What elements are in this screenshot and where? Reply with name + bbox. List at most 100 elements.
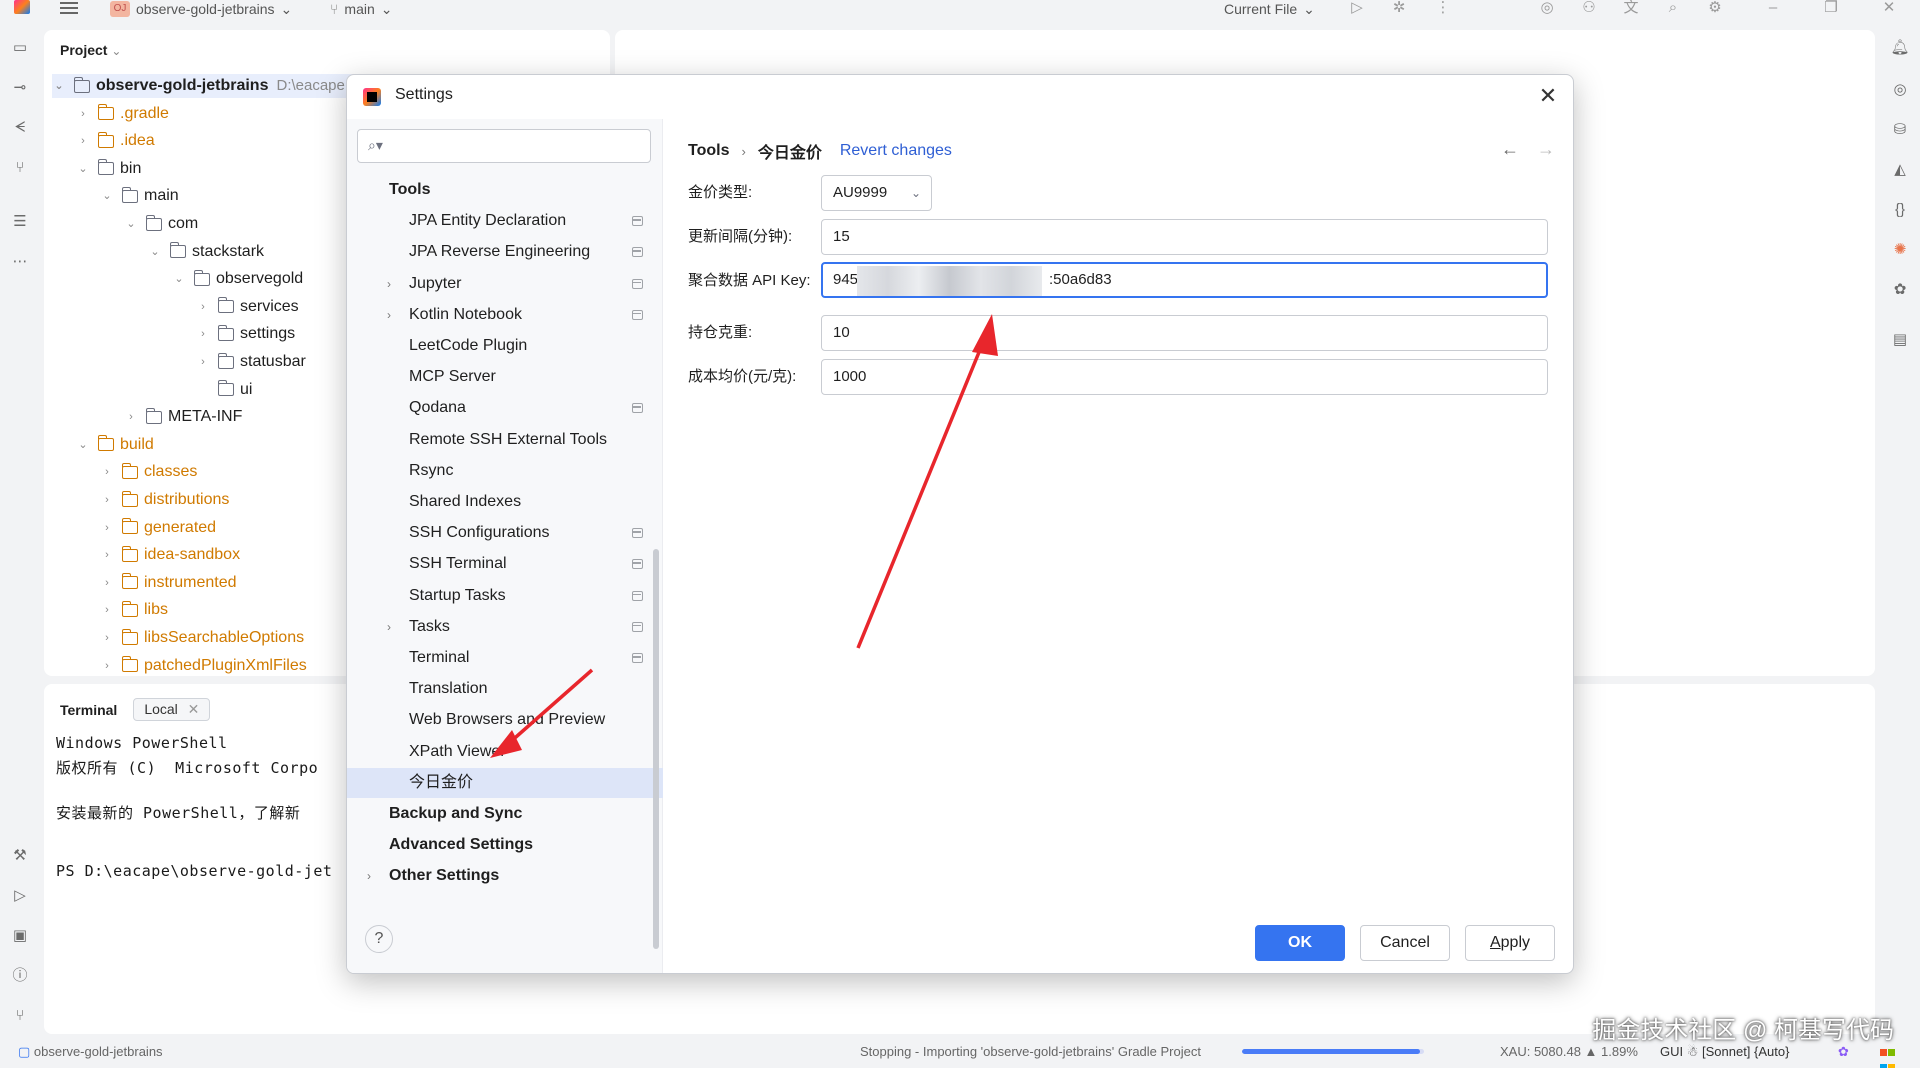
run-config-selector[interactable]: Current File ⌄ bbox=[1224, 0, 1315, 18]
chevron-right-icon[interactable]: › bbox=[100, 626, 114, 650]
json-icon[interactable]: {} bbox=[1890, 200, 1910, 220]
status-gui[interactable]: GUI ☃ [Sonnet] {Auto} bbox=[1660, 1044, 1789, 1060]
chevron-right-icon[interactable]: › bbox=[76, 129, 90, 153]
problems-icon[interactable]: ⓘ bbox=[10, 966, 30, 986]
interval-input[interactable]: 15 bbox=[821, 219, 1548, 255]
chevron-right-icon[interactable]: › bbox=[100, 488, 114, 512]
chevron-right-icon[interactable]: › bbox=[100, 598, 114, 622]
tree-node[interactable]: ⌄ com bbox=[124, 212, 198, 236]
tree-node[interactable]: › generated bbox=[100, 516, 216, 540]
chevron-right-icon[interactable]: › bbox=[100, 654, 114, 678]
tree-node[interactable]: ⌄ bin bbox=[76, 157, 141, 181]
markdown-icon[interactable]: ▤ bbox=[1890, 330, 1910, 350]
settings-nav-item[interactable]: › Jupyter bbox=[347, 269, 663, 299]
more-icon[interactable]: ⋮ bbox=[1434, 0, 1452, 16]
build-icon[interactable]: ⚒ bbox=[10, 846, 30, 866]
ai-status-icon[interactable]: ✿ bbox=[1838, 1044, 1849, 1060]
chevron-right-icon[interactable]: › bbox=[100, 460, 114, 484]
settings-nav-item[interactable]: Tools bbox=[347, 175, 663, 205]
settings-nav-item[interactable]: Remote SSH External Tools bbox=[347, 425, 663, 455]
settings-nav-item[interactable]: MCP Server bbox=[347, 362, 663, 392]
settings-nav-item[interactable]: Qodana bbox=[347, 393, 663, 423]
help-button[interactable]: ? bbox=[365, 925, 393, 953]
close-window-icon[interactable]: ✕ bbox=[1880, 0, 1898, 16]
settings-nav-item[interactable]: Rsync bbox=[347, 456, 663, 486]
chevron-right-icon[interactable]: › bbox=[387, 300, 391, 330]
main-menu-icon[interactable] bbox=[60, 2, 78, 14]
minimize-icon[interactable]: – bbox=[1764, 0, 1782, 16]
tree-node[interactable]: › META-INF bbox=[124, 405, 242, 429]
ai-chat-icon[interactable]: ◎ bbox=[1890, 80, 1910, 100]
settings-nav-item[interactable]: XPath Viewer bbox=[347, 737, 663, 767]
chevron-right-icon[interactable]: › bbox=[196, 350, 210, 374]
settings-nav-item[interactable]: Web Browsers and Preview bbox=[347, 705, 663, 735]
tree-node[interactable]: ⌄ observegold bbox=[172, 267, 303, 291]
debug-icon[interactable]: ✲ bbox=[1390, 0, 1408, 16]
chevron-right-icon[interactable]: › bbox=[387, 269, 391, 299]
settings-search-input[interactable]: ⌕▾ bbox=[357, 129, 651, 163]
settings-nav-item[interactable]: Advanced Settings bbox=[347, 830, 663, 860]
settings-nav-item[interactable]: 今日金价 bbox=[347, 767, 663, 798]
ai-assistant-icon[interactable]: ◎ bbox=[1538, 0, 1556, 16]
tree-node[interactable]: ⌄ main bbox=[100, 184, 179, 208]
gear-icon[interactable]: ⚙ bbox=[1706, 0, 1724, 16]
chevron-right-icon[interactable]: › bbox=[387, 612, 391, 642]
tree-node[interactable]: › distributions bbox=[100, 488, 229, 512]
tree-node[interactable]: › patchedPluginXmlFiles bbox=[100, 654, 307, 678]
ok-button[interactable]: OK bbox=[1255, 925, 1345, 961]
apply-button[interactable]: Apply bbox=[1465, 925, 1555, 961]
status-xau[interactable]: XAU: 5080.48 ▲ 1.89% bbox=[1500, 1044, 1638, 1059]
gradle-icon[interactable]: ◭ bbox=[1890, 160, 1910, 180]
terminal-prompt[interactable]: PS D:\eacape\observe-gold-jet bbox=[56, 862, 332, 880]
app-logo-icon[interactable] bbox=[14, 0, 30, 14]
notifications-icon[interactable]: 🔔︎ bbox=[1890, 38, 1910, 58]
settings-nav-item[interactable]: Translation bbox=[347, 674, 663, 704]
chevron-down-icon[interactable]: ⌄ bbox=[76, 433, 90, 457]
settings-nav-item[interactable]: LeetCode Plugin bbox=[347, 331, 663, 361]
claude-icon[interactable]: ✺ bbox=[1890, 240, 1910, 260]
cost-price-input[interactable]: 1000 bbox=[821, 359, 1548, 395]
tree-node[interactable]: › .idea bbox=[76, 129, 155, 153]
add-user-icon[interactable]: ⚇ bbox=[1580, 0, 1598, 16]
chevron-down-icon[interactable]: ⌄ bbox=[100, 184, 114, 208]
translate-icon[interactable]: 文 bbox=[1622, 0, 1640, 16]
settings-nav-item[interactable]: SSH Configurations bbox=[347, 518, 663, 548]
forward-arrow-icon[interactable]: → bbox=[1537, 139, 1555, 160]
settings-nav-item[interactable]: SSH Terminal bbox=[347, 549, 663, 579]
tree-node[interactable]: › libsSearchableOptions bbox=[100, 626, 304, 650]
tree-node[interactable]: ⌄ stackstark bbox=[148, 240, 264, 264]
close-icon[interactable]: ✕ bbox=[1535, 83, 1561, 109]
chevron-down-icon[interactable]: ⌄ bbox=[124, 212, 138, 236]
nav-scrollbar[interactable] bbox=[653, 549, 659, 949]
settings-nav-item[interactable]: Shared Indexes bbox=[347, 487, 663, 517]
chevron-right-icon[interactable]: › bbox=[367, 861, 371, 891]
leetcode-icon[interactable]: ᗕ bbox=[10, 118, 30, 138]
close-icon[interactable]: ✕ bbox=[188, 701, 200, 717]
api-key-input[interactable]: 945 :50a6d83 bbox=[821, 262, 1548, 298]
holding-weight-input[interactable]: 10 bbox=[821, 315, 1548, 351]
chevron-down-icon[interactable]: ⌄ bbox=[76, 157, 90, 181]
gold-type-select[interactable]: AU9999 ⌄ bbox=[821, 175, 932, 211]
database-icon[interactable]: ⛁ bbox=[1890, 120, 1910, 140]
settings-nav-item[interactable]: › Other Settings bbox=[347, 861, 663, 891]
revert-changes-link[interactable]: Revert changes bbox=[840, 142, 952, 160]
settings-nav-item[interactable]: › Tasks bbox=[347, 612, 663, 642]
settings-nav-item[interactable]: › Kotlin Notebook bbox=[347, 300, 663, 330]
project-tool-icon[interactable]: ▭ bbox=[10, 38, 30, 58]
back-arrow-icon[interactable]: ← bbox=[1501, 139, 1519, 160]
chevron-down-icon[interactable]: ⌄ bbox=[52, 74, 66, 98]
status-task[interactable]: Stopping - Importing 'observe-gold-jetbr… bbox=[860, 1044, 1201, 1059]
branch-switcher[interactable]: ⑂ main ⌄ bbox=[330, 0, 393, 18]
tree-node[interactable]: › libs bbox=[100, 598, 168, 622]
chevron-down-icon[interactable]: ⌄ bbox=[172, 267, 186, 291]
tree-node[interactable]: ui bbox=[196, 378, 252, 402]
run-tool-icon[interactable]: ▷ bbox=[10, 886, 30, 906]
chevron-right-icon[interactable]: › bbox=[100, 571, 114, 595]
dialog-titlebar[interactable]: Settings ✕ bbox=[347, 75, 1573, 119]
settings-nav-item[interactable]: JPA Reverse Engineering bbox=[347, 237, 663, 267]
cancel-button[interactable]: Cancel bbox=[1360, 925, 1450, 961]
chevron-down-icon[interactable]: ⌄ bbox=[148, 240, 162, 264]
terminal-tab-local[interactable]: Local ✕ bbox=[133, 698, 211, 721]
openai-icon[interactable]: ✿ bbox=[1890, 280, 1910, 300]
chevron-right-icon[interactable]: › bbox=[76, 102, 90, 126]
